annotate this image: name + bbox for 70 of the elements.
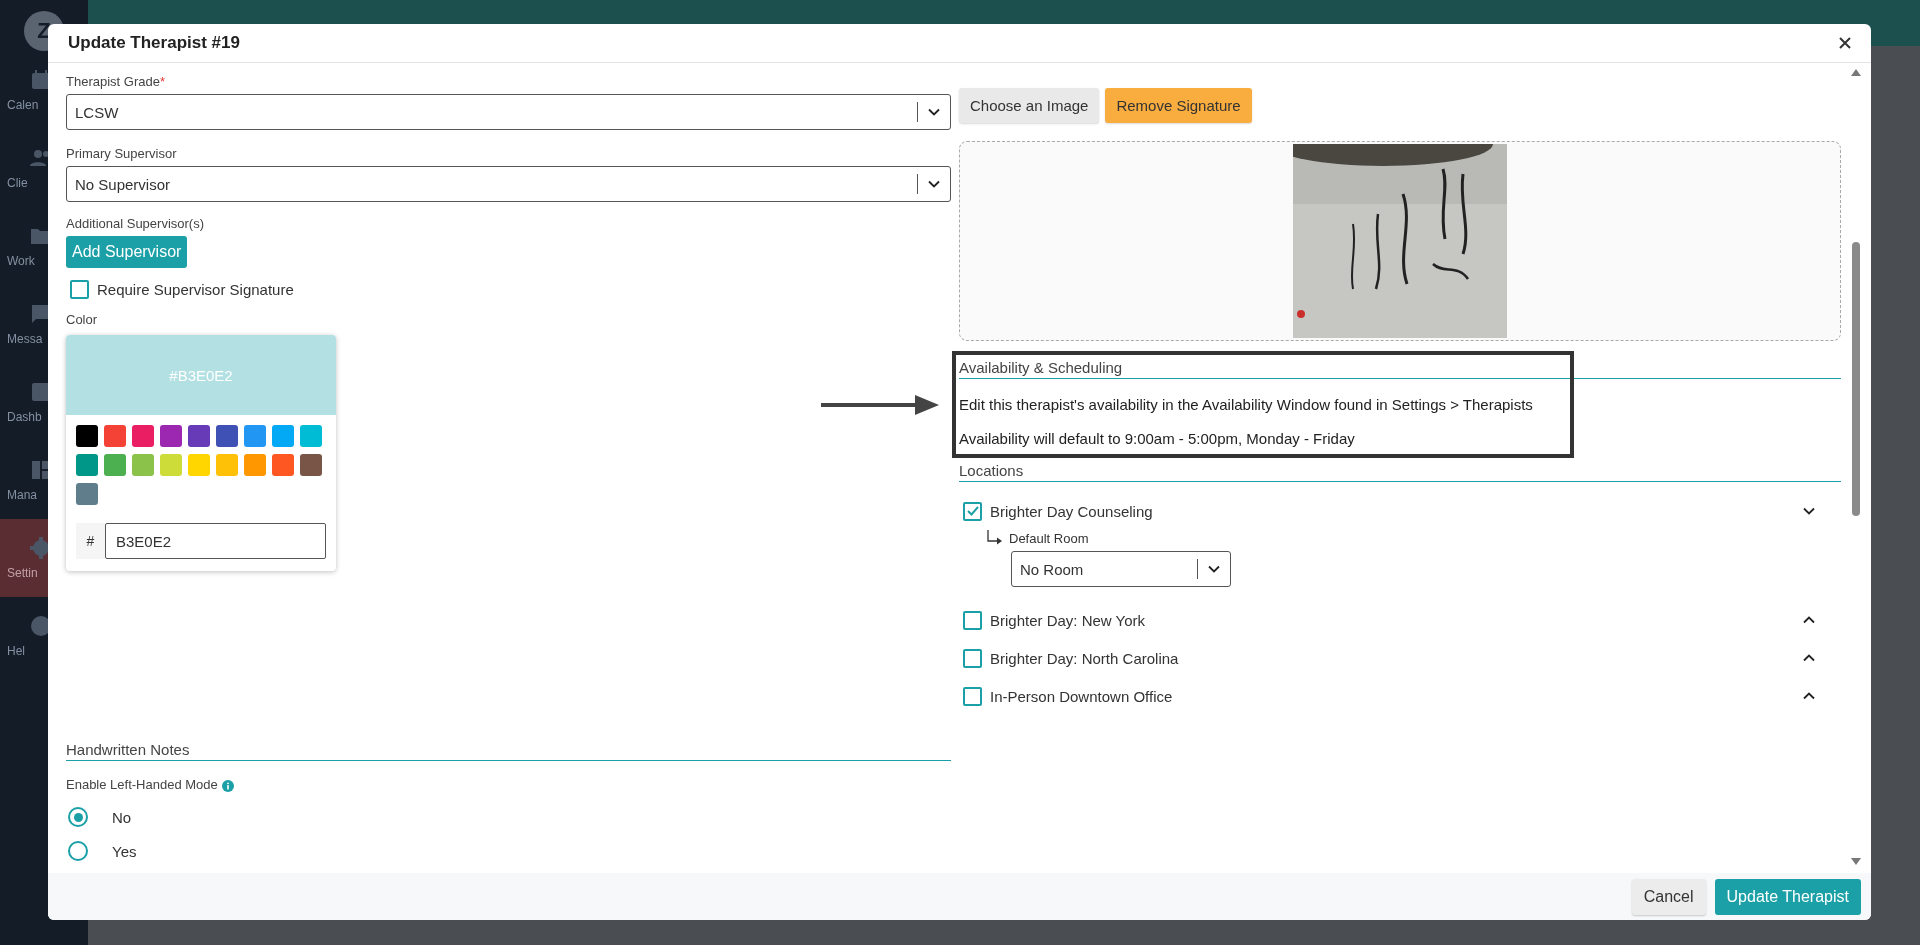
chevron-down-icon[interactable] xyxy=(928,108,940,116)
color-swatch[interactable] xyxy=(132,454,154,476)
field-label: Additional Supervisor(s) xyxy=(66,216,205,231)
remove-signature-button[interactable]: Remove Signature xyxy=(1105,88,1252,123)
color-swatch[interactable] xyxy=(188,454,210,476)
field-label: Enable Left-Handed Mode xyxy=(66,777,218,792)
checkbox[interactable] xyxy=(963,501,982,521)
color-swatch[interactable] xyxy=(272,454,294,476)
info-icon[interactable] xyxy=(221,779,234,792)
location-name: Brighter Day: North Carolina xyxy=(990,649,1180,667)
color-swatch[interactable] xyxy=(216,425,238,447)
chevron-down-icon[interactable] xyxy=(1208,565,1220,573)
location-name: Brighter Day Counseling xyxy=(990,502,1154,520)
color-swatch[interactable] xyxy=(244,454,266,476)
chevron-up-icon[interactable] xyxy=(1803,616,1815,624)
color-swatch[interactable] xyxy=(272,425,294,447)
chevron-up-icon[interactable] xyxy=(1803,654,1815,662)
info-text: Availability will default to 9:00am - 5:00pm, Monday - Friday xyxy=(959,430,1356,447)
field-label: Color xyxy=(66,312,99,327)
color-swatch[interactable] xyxy=(104,454,126,476)
dialog-title: Update Therapist #19 xyxy=(68,33,240,53)
section-heading: Handwritten Notes xyxy=(66,741,951,761)
hex-input[interactable]: B3E0E2 xyxy=(105,523,326,559)
hash-prefix: # xyxy=(76,523,105,559)
color-swatch[interactable] xyxy=(132,425,154,447)
color-swatch[interactable] xyxy=(216,454,238,476)
color-swatch[interactable] xyxy=(244,425,266,447)
section-heading: Locations xyxy=(959,462,1841,482)
color-swatch[interactable] xyxy=(76,425,98,447)
field-label: Therapist Grade* xyxy=(66,74,166,89)
room-select[interactable]: No Room xyxy=(1011,551,1231,587)
color-swatch[interactable] xyxy=(300,454,322,476)
radio-label: No xyxy=(112,808,132,826)
color-swatch[interactable] xyxy=(160,425,182,447)
scrollbar-thumb[interactable] xyxy=(1852,242,1860,516)
location-name: Brighter Day: New York xyxy=(990,611,1147,629)
checkbox[interactable] xyxy=(963,648,982,668)
chevron-down-icon[interactable] xyxy=(928,180,940,188)
checkmark-icon xyxy=(966,506,979,516)
color-swatch[interactable] xyxy=(104,425,126,447)
section-heading: Availability & Scheduling xyxy=(959,359,1841,379)
color-swatch[interactable] xyxy=(300,425,322,447)
radio-button[interactable] xyxy=(68,807,88,827)
color-swatch[interactable] xyxy=(160,454,182,476)
color-swatch[interactable] xyxy=(188,425,210,447)
radio-button[interactable] xyxy=(68,841,88,861)
checkbox-label: Require Supervisor Signature xyxy=(97,281,294,298)
field-label: Primary Supervisor xyxy=(66,146,178,161)
checkbox[interactable] xyxy=(70,280,89,299)
info-text: Edit this therapist's availability in the Availability Window found in Settings > Therapists xyxy=(959,396,1534,413)
update-button[interactable]: Update Therapist xyxy=(1714,878,1861,915)
scroll-down-icon[interactable] xyxy=(1851,858,1861,865)
supervisor-select[interactable]: No Supervisor xyxy=(66,166,951,202)
grade-select[interactable]: LCSW xyxy=(66,94,951,130)
choose-image-button[interactable]: Choose an Image xyxy=(959,88,1100,123)
cancel-button[interactable]: Cancel xyxy=(1631,878,1706,915)
signature-dropzone[interactable] xyxy=(959,141,1841,341)
add-supervisor-button[interactable]: Add Supervisor xyxy=(66,236,188,268)
location-name: In-Person Downtown Office xyxy=(990,687,1174,705)
color-swatch[interactable] xyxy=(76,483,98,505)
close-icon[interactable] xyxy=(1839,37,1851,49)
chevron-up-icon[interactable] xyxy=(1803,692,1815,700)
radio-label: Yes xyxy=(112,842,137,860)
color-preview-text: #B3E0E2 xyxy=(169,366,233,384)
color-swatch[interactable] xyxy=(76,454,98,476)
chevron-down-icon[interactable] xyxy=(1803,507,1815,515)
scroll-up-icon[interactable] xyxy=(1851,69,1861,76)
checkbox[interactable] xyxy=(963,610,982,630)
field-label: Default Room xyxy=(1009,531,1089,546)
checkbox[interactable] xyxy=(963,686,982,706)
